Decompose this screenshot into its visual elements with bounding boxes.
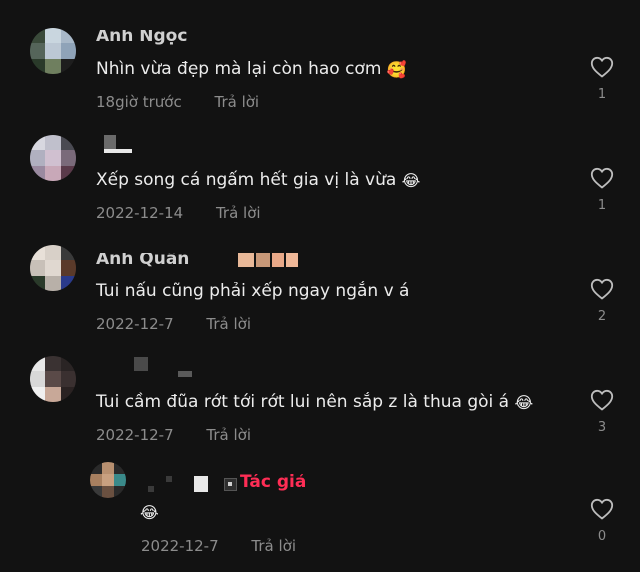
comment-text: Xếp song cá ngấm hết gia vị là vừa 😂 [96,170,421,190]
avatar[interactable] [30,245,76,291]
comment-date: 2022-12-7 [96,315,174,333]
comment-text: Tui nấu cũng phải xếp ngay ngắn v á [96,281,410,301]
comment-text: Nhìn vừa đẹp mà lại còn hao cơm 🥰 [96,59,407,79]
reply-button[interactable]: Trả lời [206,426,251,444]
comment-meta: 2022-12-7 Trả lời [96,426,251,444]
comment-meta: 2022-12-7 Trả lời [96,315,251,333]
username[interactable] [96,357,196,377]
like-count: 0 [597,529,607,544]
comment-meta: 2022-12-14 Trả lời [96,204,261,222]
username[interactable]: Anh Quân [96,253,306,273]
reply-button[interactable]: Trả lời [216,204,261,222]
face-with-tears-of-joy-emoji: 😂 [140,503,159,522]
like-count: 1 [597,198,607,213]
comment-date: 18giờ trước [96,93,182,111]
avatar[interactable] [30,356,76,402]
avatar[interactable] [30,28,76,74]
author-badge: Tác giả [240,474,307,492]
like-control[interactable]: 1 [588,56,616,102]
reply-button[interactable]: Trả lời [251,537,296,555]
like-count: 2 [597,309,607,324]
like-control[interactable]: 3 [588,389,616,435]
avatar[interactable] [30,135,76,181]
comment-date: 2022-12-14 [96,204,184,222]
like-control[interactable]: 2 [588,278,616,324]
comment-meta: 18giờ trước Trả lời [96,93,259,111]
heart-icon[interactable] [590,389,614,411]
like-control[interactable]: 1 [588,167,616,213]
heart-icon[interactable] [590,498,614,520]
username[interactable] [96,133,136,153]
like-control[interactable]: 0 [588,498,616,544]
reply-button[interactable]: Trả lời [214,93,259,111]
smiling-face-with-hearts-emoji: 🥰 [386,60,407,79]
face-with-tears-of-joy-emoji: 😂 [514,393,534,412]
reply-date: 2022-12-7 [141,537,219,555]
username[interactable]: Anh Ngọc [96,30,187,48]
heart-icon[interactable] [590,167,614,189]
reply-meta: 2022-12-7 Trả lời [141,537,296,555]
like-count: 3 [597,420,607,435]
reply-button[interactable]: Trả lời [206,315,251,333]
heart-icon[interactable] [590,278,614,300]
reply-text: 😂 [140,502,159,522]
avatar[interactable] [90,462,126,498]
like-count: 1 [597,87,607,102]
username[interactable]: Tác giả [140,474,320,496]
face-with-tears-of-joy-emoji: 😂 [401,171,421,190]
comment-date: 2022-12-7 [96,426,174,444]
comment-text: Tui cầm đũa rớt tới rớt lui nên sắp z là… [96,392,534,412]
heart-icon[interactable] [590,56,614,78]
